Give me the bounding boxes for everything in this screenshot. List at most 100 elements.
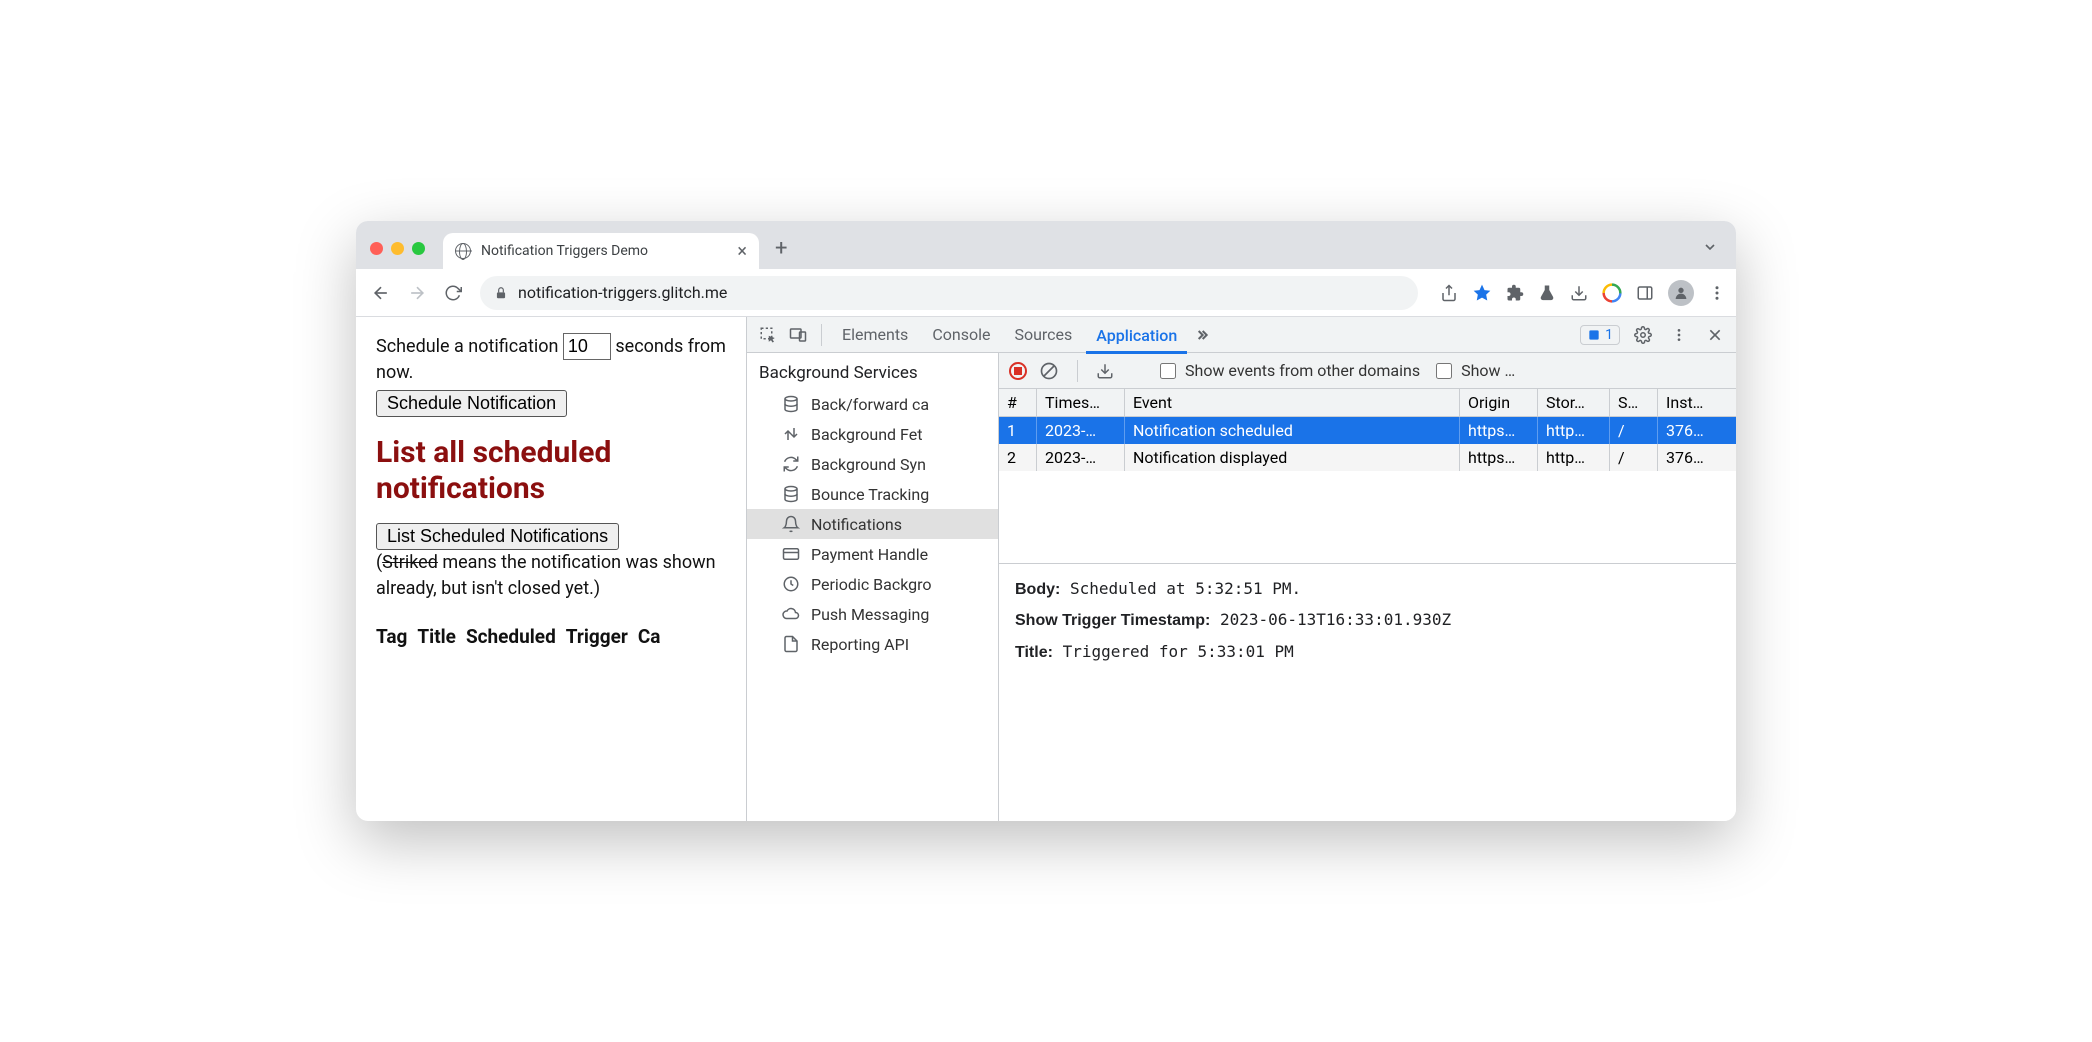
save-events-button[interactable] [1096, 362, 1114, 380]
table-row[interactable]: 12023-…Notification scheduledhttps…http…… [999, 417, 1736, 444]
tab-list-button[interactable] [1702, 239, 1718, 255]
lock-icon [494, 286, 508, 300]
sidebar-item-label: Background Syn [811, 455, 926, 474]
browser-window: Notification Triggers Demo × + notificat… [356, 221, 1736, 821]
sidebar-item-payment-handle[interactable]: Payment Handle [747, 539, 998, 569]
devtools-main: Show events from other domains Show … # … [999, 353, 1736, 821]
col-storage[interactable]: Stor… [1538, 389, 1610, 416]
inspect-element-icon[interactable] [755, 322, 781, 348]
demo-page: Schedule a notification seconds from now… [356, 317, 746, 821]
detail-trigger-label: Show Trigger Timestamp: [1015, 612, 1210, 629]
card-icon [781, 544, 801, 564]
schedule-notification-button[interactable]: Schedule Notification [376, 390, 567, 417]
notifications-toolbar: Show events from other domains Show … [999, 353, 1736, 389]
extensions-icon[interactable] [1506, 284, 1524, 302]
detail-title-label: Title: [1015, 644, 1053, 661]
table-cell: https… [1460, 417, 1538, 444]
reload-button[interactable] [438, 278, 468, 308]
table-cell: Notification displayed [1125, 444, 1460, 471]
side-panel-icon[interactable] [1636, 284, 1654, 302]
detail-body-label: Body: [1015, 581, 1060, 598]
clear-button[interactable] [1039, 361, 1059, 381]
bell-icon [781, 514, 801, 534]
sidebar-item-reporting-api[interactable]: Reporting API [747, 629, 998, 659]
record-button[interactable] [1009, 362, 1027, 380]
google-account-icon[interactable] [1602, 283, 1622, 303]
table-cell: 2 [999, 444, 1037, 471]
tab-application[interactable]: Application [1086, 320, 1187, 354]
table-cell: 1 [999, 417, 1037, 444]
more-tabs-button[interactable] [1191, 322, 1217, 348]
minimize-window-button[interactable] [391, 242, 404, 255]
devtools-tabs: Elements Console Sources Application 1 [747, 317, 1736, 353]
table-row[interactable]: 22023-…Notification displayedhttps…http…… [999, 444, 1736, 471]
labs-icon[interactable] [1538, 284, 1556, 302]
sidebar-item-label: Payment Handle [811, 545, 928, 564]
updown-icon [781, 424, 801, 444]
tab-strip: Notification Triggers Demo × + [356, 221, 1736, 269]
seconds-input[interactable] [563, 333, 611, 360]
table-cell: 2023-… [1037, 417, 1125, 444]
table-cell: / [1610, 444, 1658, 471]
col-index[interactable]: # [999, 389, 1037, 416]
issues-badge[interactable]: 1 [1580, 325, 1620, 345]
sidebar-item-push-messaging[interactable]: Push Messaging [747, 599, 998, 629]
sidebar-item-periodic-backgro[interactable]: Periodic Backgro [747, 569, 998, 599]
detail-body-value: Scheduled at 5:32:51 PM. [1070, 579, 1301, 598]
table-cell: / [1610, 417, 1658, 444]
cloud-icon [781, 604, 801, 624]
new-tab-button[interactable]: + [775, 236, 787, 261]
devtools-menu-icon[interactable] [1666, 322, 1692, 348]
browser-menu-button[interactable] [1708, 284, 1726, 302]
notifications-table-headers: Tag Title Scheduled Trigger Ca [376, 623, 726, 651]
browser-toolbar: notification-triggers.glitch.me [356, 269, 1736, 317]
sidebar-item-notifications[interactable]: Notifications [747, 509, 998, 539]
col-scope[interactable]: S… [1610, 389, 1658, 416]
tab-elements[interactable]: Elements [832, 319, 918, 350]
tab-console[interactable]: Console [922, 319, 1000, 350]
browser-tab[interactable]: Notification Triggers Demo × [443, 233, 759, 269]
col-instance[interactable]: Inst… [1658, 389, 1736, 416]
close-tab-button[interactable]: × [737, 241, 747, 262]
settings-icon[interactable] [1630, 322, 1656, 348]
sidebar-item-bounce-tracking[interactable]: Bounce Tracking [747, 479, 998, 509]
devtools-body: Background Services Back/forward caBackg… [747, 353, 1736, 821]
sidebar-item-background-fet[interactable]: Background Fet [747, 419, 998, 449]
table-header-row: # Times… Event Origin Stor… S… Inst… [999, 389, 1736, 417]
db-icon [781, 394, 801, 414]
show-truncated-checkbox[interactable]: Show … [1432, 360, 1515, 382]
forward-button[interactable] [402, 278, 432, 308]
tab-sources[interactable]: Sources [1004, 319, 1082, 350]
device-toggle-icon[interactable] [785, 322, 811, 348]
doc-icon [781, 634, 801, 654]
profile-avatar[interactable] [1668, 280, 1694, 306]
back-button[interactable] [366, 278, 396, 308]
sidebar-item-label: Push Messaging [811, 605, 929, 624]
list-scheduled-button[interactable]: List Scheduled Notifications [376, 523, 619, 550]
maximize-window-button[interactable] [412, 242, 425, 255]
close-devtools-button[interactable] [1702, 322, 1728, 348]
show-other-domains-checkbox[interactable]: Show events from other domains [1156, 360, 1420, 382]
share-icon[interactable] [1440, 284, 1458, 302]
sidebar-item-label: Back/forward ca [811, 395, 929, 414]
address-bar[interactable]: notification-triggers.glitch.me [480, 276, 1418, 310]
clock-icon [781, 574, 801, 594]
sidebar-item-background-syn[interactable]: Background Syn [747, 449, 998, 479]
tab-title: Notification Triggers Demo [481, 243, 648, 259]
sidebar-item-back-forward-ca[interactable]: Back/forward ca [747, 389, 998, 419]
table-cell: https… [1460, 444, 1538, 471]
detail-title-value: Triggered for 5:33:01 PM [1063, 642, 1294, 661]
col-timestamp[interactable]: Times… [1037, 389, 1125, 416]
content-area: Schedule a notification seconds from now… [356, 317, 1736, 821]
table-cell: 2023-… [1037, 444, 1125, 471]
col-origin[interactable]: Origin [1460, 389, 1538, 416]
window-controls [370, 242, 425, 255]
table-cell: Notification scheduled [1125, 417, 1460, 444]
col-event[interactable]: Event [1125, 389, 1460, 416]
close-window-button[interactable] [370, 242, 383, 255]
bookmark-star-icon[interactable] [1472, 283, 1492, 303]
downloads-icon[interactable] [1570, 284, 1588, 302]
globe-icon [455, 243, 471, 259]
table-cell: 376… [1658, 417, 1736, 444]
sidebar-item-label: Periodic Backgro [811, 575, 932, 594]
